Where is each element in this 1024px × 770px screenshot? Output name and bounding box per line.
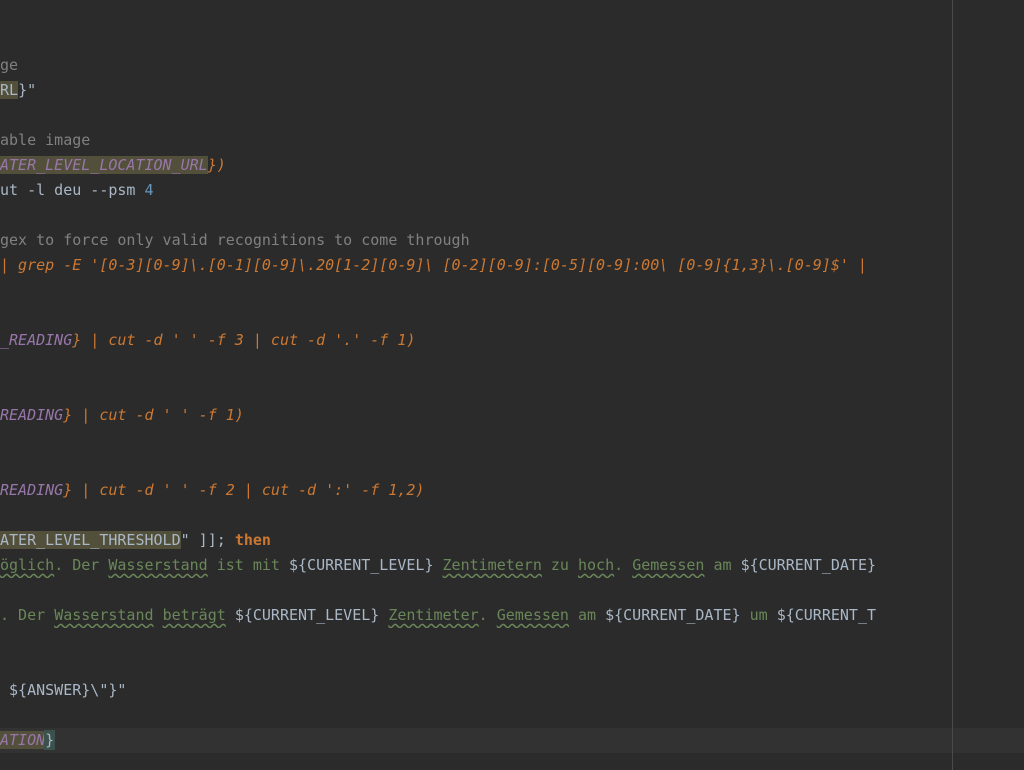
code-token: Zentimetern: [442, 556, 542, 574]
code-token: ATION: [0, 731, 46, 749]
code-token: .: [614, 556, 633, 574]
code-line[interactable]: _READING} | cut -d ' ' -f 3 | cut -d '.'…: [0, 328, 1024, 353]
code-token: gex to force only valid recognitions to …: [0, 231, 470, 249]
code-token: ATER_LEVEL_LOCATION_URL: [0, 156, 208, 174]
code-token: Gemessen: [496, 606, 569, 624]
code-token: able image: [0, 131, 91, 149]
code-token: 4: [144, 181, 154, 199]
code-token: then: [234, 531, 271, 549]
code-token: _READING: [0, 331, 73, 349]
code-token: zu: [541, 556, 578, 574]
code-token: .: [478, 606, 497, 624]
code-line[interactable]: ${ANSWER}\"}": [0, 678, 1024, 703]
code-token: }": [18, 81, 37, 99]
code-token: } | cut -d ' ' -f 1): [63, 406, 244, 424]
code-token: ATER_LEVEL_THRESHOLD: [0, 531, 181, 549]
code-token: } | cut -d ' ' -f 3 | cut -d '.' -f 1): [72, 331, 416, 349]
code-line[interactable]: [0, 303, 1024, 328]
code-line[interactable]: [0, 653, 1024, 678]
code-token: ${CURRENT_LEVEL}: [234, 606, 380, 624]
code-line[interactable]: ge: [0, 53, 1024, 78]
code-token: öglich: [0, 556, 55, 574]
code-token: ${CURRENT_DATE}: [740, 556, 877, 574]
code-line[interactable]: able image: [0, 128, 1024, 153]
code-token: ${CURRENT_LEVEL}: [289, 556, 434, 574]
code-line[interactable]: [0, 753, 1024, 770]
code-token: ${CURRENT_T: [776, 606, 877, 624]
code-line[interactable]: ATER_LEVEL_THRESHOLD" ]]; then: [0, 528, 1024, 553]
code-line[interactable]: öglich. Der Wasserstand ist mit ${CURREN…: [0, 553, 1024, 578]
code-token: READING: [0, 406, 64, 424]
code-line[interactable]: . Der Wasserstand beträgt ${CURRENT_LEVE…: [0, 603, 1024, 628]
code-line[interactable]: [0, 428, 1024, 453]
code-line[interactable]: ATER_LEVEL_LOCATION_URL}): [0, 153, 1024, 178]
code-token: }): [207, 156, 226, 174]
code-token: Wasserstand: [108, 556, 208, 574]
code-token: ${ANSWER}\"}": [0, 681, 127, 699]
code-token: " ]];: [180, 531, 235, 549]
code-line[interactable]: [0, 353, 1024, 378]
code-token: . Der: [54, 556, 109, 574]
code-line[interactable]: [0, 703, 1024, 728]
code-line[interactable]: [0, 628, 1024, 653]
code-line[interactable]: ut -l deu --psm 4: [0, 178, 1024, 203]
current-code-line[interactable]: ATION}: [0, 728, 1024, 753]
code-token: Wasserstand: [54, 606, 154, 624]
code-line[interactable]: [0, 103, 1024, 128]
code-token: Zentimeter: [388, 606, 479, 624]
code-line[interactable]: | grep -E '[0-3][0-9]\.[0-1][0-9]\.20[1-…: [0, 253, 1024, 278]
code-line[interactable]: [0, 28, 1024, 53]
code-editor[interactable]: ge RL}" able image ATER_LEVEL_LOCATION_URL}…: [0, 0, 1024, 770]
code-token: ${CURRENT_DATE}: [605, 606, 741, 624]
code-line[interactable]: READING} | cut -d ' ' -f 1): [0, 403, 1024, 428]
code-token: READING: [0, 481, 64, 499]
code-line[interactable]: [0, 578, 1024, 603]
code-token: Gemessen: [632, 556, 705, 574]
code-token: ut -l deu --psm: [0, 181, 145, 199]
code-token: am: [568, 606, 606, 624]
right-margin-guide: [952, 0, 953, 770]
code-token: am: [704, 556, 741, 574]
code-token: ist mit: [207, 556, 289, 574]
code-token: ge: [0, 56, 19, 74]
code-token: RL: [0, 81, 19, 99]
code-token: }: [44, 730, 56, 750]
code-token: um: [740, 606, 777, 624]
code-line[interactable]: RL}": [0, 78, 1024, 103]
code-token: } | cut -d ' ' -f 2 | cut -d ':' -f 1,2): [63, 481, 425, 499]
code-token: | grep -E '[0-3][0-9]\.[0-1][0-9]\.20[1-…: [0, 256, 867, 274]
code-line[interactable]: [0, 378, 1024, 403]
code-token: . Der: [0, 606, 55, 624]
code-line[interactable]: [0, 453, 1024, 478]
code-line[interactable]: [0, 503, 1024, 528]
code-token: hoch: [578, 556, 615, 574]
code-line[interactable]: [0, 3, 1024, 28]
code-token: beträgt: [162, 606, 226, 624]
code-line[interactable]: [0, 203, 1024, 228]
code-line[interactable]: [0, 278, 1024, 303]
code-line[interactable]: READING} | cut -d ' ' -f 2 | cut -d ':' …: [0, 478, 1024, 503]
code-line[interactable]: gex to force only valid recognitions to …: [0, 228, 1024, 253]
code-area[interactable]: ge RL}" able image ATER_LEVEL_LOCATION_URL}…: [0, 3, 1024, 770]
